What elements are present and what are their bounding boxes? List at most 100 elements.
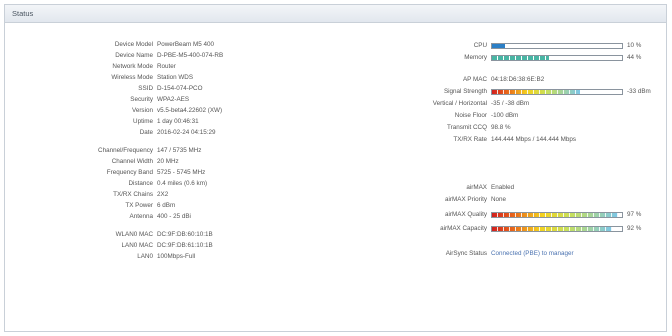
info-row: Network Mode Router — [5, 62, 325, 72]
left-info-column: Device Model PowerBeam M5 400 Device Name D… — [5, 25, 325, 331]
info-value: 5725 - 5745 MHz — [157, 169, 206, 176]
right-info-column: CPU 10 % Memory 44 % AP MAC 04:18:D6:38:… — [335, 25, 665, 331]
info-label: Wireless Mode — [111, 74, 153, 81]
ap-mac-row: AP MAC 04:18:D6:38:6E:B2 — [335, 75, 665, 85]
info-label: Channel Width — [111, 158, 153, 165]
info-label: Distance — [128, 180, 154, 187]
info-label: TX Power — [125, 202, 153, 209]
info-label: Vertical / Horizontal — [432, 100, 487, 107]
cpu-bar — [491, 43, 623, 49]
airsync-label: AirSync Status — [445, 250, 487, 257]
airmax-capacity-bar-fill — [492, 227, 612, 231]
info-label: Version — [131, 107, 153, 114]
info-value: 1 day 00:46:31 — [157, 118, 199, 125]
info-label: LAN0 — [137, 253, 153, 260]
info-row: Frequency Band 5725 - 5745 MHz — [5, 168, 325, 178]
info-row: Device Model PowerBeam M5 400 — [5, 40, 325, 50]
airmax-priority-row: airMAX Priority None — [335, 195, 665, 205]
info-label: Uptime — [133, 118, 153, 125]
signal-bar-fill — [492, 90, 581, 94]
info-value: DC:9F:DB:61:10:1B — [157, 242, 213, 249]
info-value: 147 / 5735 MHz — [157, 147, 202, 154]
airsync-row: AirSync Status Connected (PBE) to manage… — [335, 249, 665, 259]
memory-bar — [491, 55, 623, 61]
airmax-capacity-label: airMAX Capacity — [440, 225, 487, 232]
memory-label: Memory — [464, 54, 487, 61]
info-row: TX Power 6 dBm — [5, 201, 325, 211]
info-row: Security WPA2-AES — [5, 95, 325, 105]
airmax-label: airMAX — [466, 184, 487, 191]
cpu-bar-fill — [492, 44, 505, 48]
signal-value: -33 dBm — [627, 88, 651, 95]
airmax-row: airMAX Enabled — [335, 183, 665, 193]
info-value: v5.5-beta4.22602 (XW) — [157, 107, 223, 114]
info-row: SSID D-154-074-PCO — [5, 84, 325, 94]
airmax-quality-bar-fill — [492, 213, 619, 217]
info-label: WLAN0 MAC — [115, 231, 153, 238]
cpu-row: CPU 10 % — [335, 41, 665, 51]
info-label: SSID — [138, 85, 153, 92]
info-row: Date 2016-02-24 04:15:29 — [5, 128, 325, 138]
info-row: Channel Width 20 MHz — [5, 157, 325, 167]
info-value: PowerBeam M5 400 — [157, 41, 215, 48]
info-value: 400 - 25 dBi — [157, 213, 191, 220]
memory-bar-fill — [492, 56, 550, 60]
info-row: Device Name D-PBE-M5-400-074-RB — [5, 51, 325, 61]
info-value: 100Mbps-Full — [157, 253, 196, 260]
airmax-capacity-row: airMAX Capacity 92 % — [335, 224, 665, 234]
info-label: LAN0 MAC — [121, 242, 154, 249]
info-label: Channel/Frequency — [98, 147, 153, 154]
info-row: Wireless Mode Station WDS — [5, 73, 325, 83]
info-label: Security — [130, 96, 153, 103]
info-row: TX/RX Rate 144.444 Mbps / 144.444 Mbps — [335, 135, 665, 145]
airmax-priority-label: airMAX Priority — [445, 196, 487, 203]
airmax-quality-value: 97 % — [627, 211, 642, 218]
airmax-priority-value: None — [491, 196, 507, 203]
info-value: 98.8 % — [491, 124, 511, 131]
info-value: Station WDS — [157, 74, 194, 81]
info-label: Noise Floor — [454, 112, 487, 119]
info-row: Noise Floor -100 dBm — [335, 111, 665, 121]
info-value: 20 MHz — [157, 158, 179, 165]
info-value: Router — [157, 63, 176, 70]
info-value: WPA2-AES — [157, 96, 190, 103]
signal-row: Signal Strength -33 dBm — [335, 87, 665, 97]
info-value: -100 dBm — [491, 112, 519, 119]
info-value: 0.4 miles (0.6 km) — [157, 180, 208, 187]
info-value: 144.444 Mbps / 144.444 Mbps — [491, 136, 577, 143]
airmax-capacity-bar — [491, 226, 623, 232]
ap-mac-label: AP MAC — [462, 76, 487, 83]
info-row: Distance 0.4 miles (0.6 km) — [5, 179, 325, 189]
info-value: 6 dBm — [157, 202, 176, 209]
info-row: Transmit CCQ 98.8 % — [335, 123, 665, 133]
cpu-label: CPU — [473, 42, 487, 49]
signal-label: Signal Strength — [443, 88, 487, 95]
panel-title: Status — [5, 5, 666, 23]
info-row: LAN0 MAC DC:9F:DB:61:10:1B — [5, 241, 325, 251]
airmax-capacity-value: 92 % — [627, 225, 642, 232]
memory-percent: 44 % — [627, 54, 642, 61]
info-label: Frequency Band — [106, 169, 153, 176]
ap-mac-value: 04:18:D6:38:6E:B2 — [491, 76, 545, 83]
info-row: Uptime 1 day 00:46:31 — [5, 117, 325, 127]
signal-bar — [491, 89, 623, 95]
info-value: D-PBE-M5-400-074-RB — [157, 52, 224, 59]
info-label: Date — [139, 129, 153, 136]
info-row: Antenna 400 - 25 dBi — [5, 212, 325, 222]
info-row: WLAN0 MAC DC:9F:DB:60:10:1B — [5, 230, 325, 240]
info-row: Vertical / Horizontal -35 / -38 dBm — [335, 99, 665, 109]
info-value: -35 / -38 dBm — [491, 100, 530, 107]
info-value: D-154-074-PCO — [157, 85, 203, 92]
airmax-quality-bar — [491, 212, 623, 218]
info-row: Version v5.5-beta4.22602 (XW) — [5, 106, 325, 116]
airmax-quality-row: airMAX Quality 97 % — [335, 210, 665, 220]
airmax-value: Enabled — [491, 184, 515, 191]
info-label: Device Name — [115, 52, 153, 59]
info-label: Antenna — [129, 213, 153, 220]
info-value: 2X2 — [157, 191, 169, 198]
memory-row: Memory 44 % — [335, 53, 665, 63]
info-label: Transmit CCQ — [447, 124, 487, 131]
airsync-link[interactable]: Connected (PBE) to manager — [491, 249, 574, 259]
info-value: 2016-02-24 04:15:29 — [157, 129, 216, 136]
info-row: LAN0 100Mbps-Full — [5, 252, 325, 262]
